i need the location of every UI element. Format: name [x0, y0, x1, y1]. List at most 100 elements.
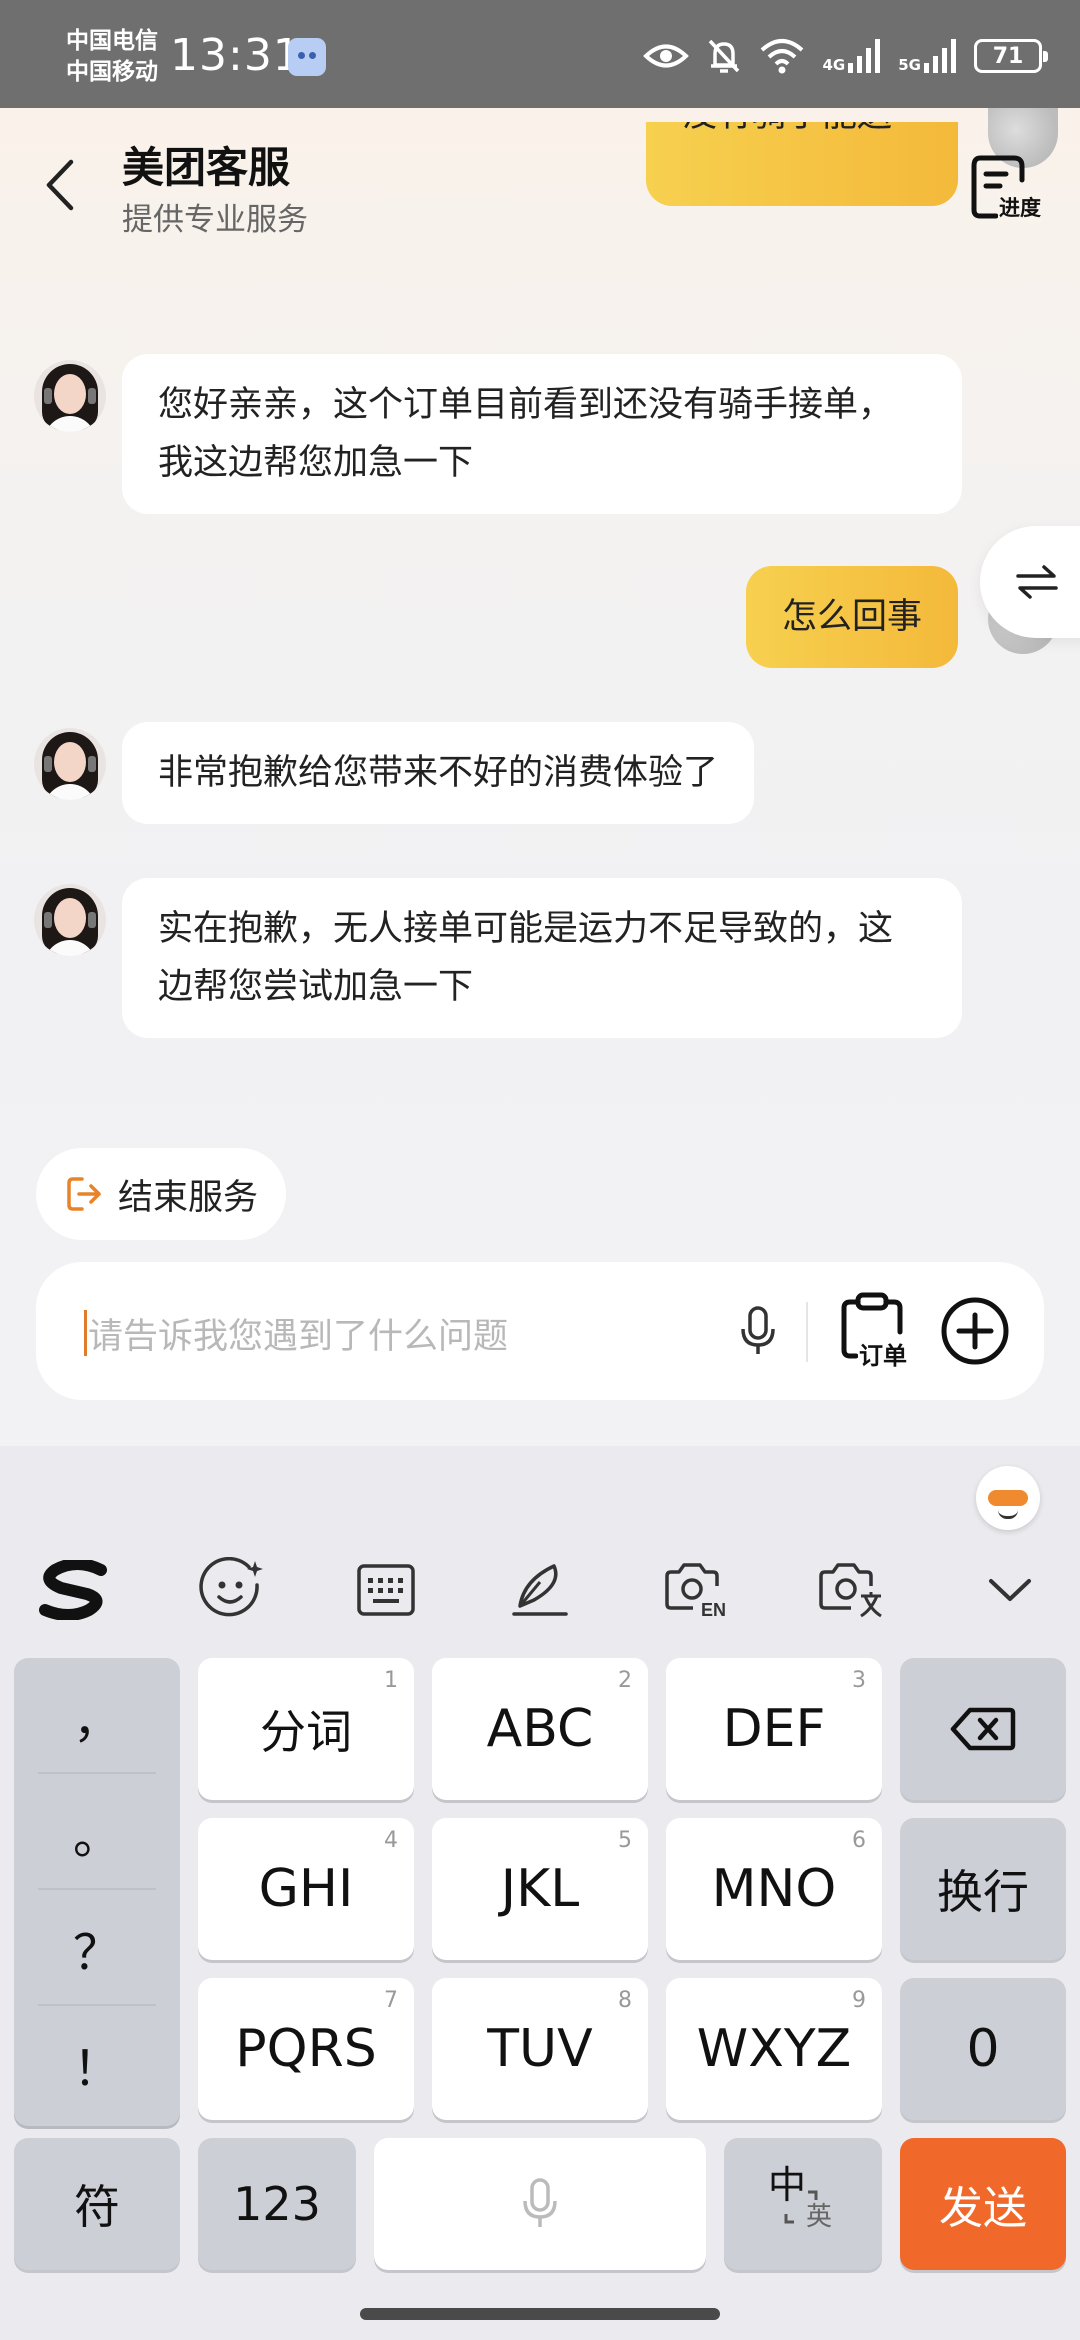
eye-icon — [642, 44, 689, 68]
message-text: 非常抱歉给您带来不好的消费体验了 — [158, 753, 719, 793]
status-icons: 4G 5G 71 — [642, 34, 1048, 78]
exit-icon — [67, 1177, 101, 1211]
punct-key-question[interactable]: ？ — [38, 1892, 156, 2004]
key-label: DEF — [722, 1699, 826, 1759]
end-service-label: 结束服务 — [118, 1177, 259, 1218]
end-service-button[interactable]: 结束服务 — [36, 1148, 287, 1240]
key-number: 3 — [852, 1668, 866, 1693]
battery-icon: 71 — [974, 39, 1048, 73]
text-cursor — [84, 1310, 87, 1356]
collapse-keyboard-icon[interactable] — [972, 1552, 1048, 1628]
punct-key-exclamation[interactable]: ！ — [38, 2008, 156, 2120]
camera-en-icon[interactable]: EN — [660, 1552, 736, 1628]
key-7[interactable]: PQRS 7 — [198, 1978, 414, 2120]
status-time: 13:31 — [170, 30, 302, 81]
order-label: 订单 — [858, 1336, 908, 1371]
backspace-key[interactable] — [900, 1658, 1066, 1800]
key-number: 4 — [384, 1828, 398, 1853]
progress-label: 进度 — [998, 192, 1042, 222]
punct-key-period[interactable]: 。 — [38, 1776, 156, 1888]
agent-avatar — [34, 360, 106, 432]
agent-avatar — [34, 884, 106, 956]
backspace-icon — [950, 1707, 1016, 1751]
message-bubble-user[interactable]: 怎么回事 — [745, 566, 958, 668]
key-5[interactable]: JKL 5 — [432, 1818, 648, 1960]
key-number: 5 — [618, 1828, 632, 1853]
key-number: 8 — [618, 1988, 632, 2013]
key-1[interactable]: 分词 1 — [198, 1658, 414, 1800]
app-notification-icon — [288, 38, 326, 76]
sogou-logo-icon[interactable] — [36, 1552, 112, 1628]
keyboard-toolbar: EN — [0, 1542, 1080, 1634]
punct-key-comma[interactable]: ， — [38, 1660, 156, 1772]
key-number: 9 — [852, 1988, 866, 2013]
chevron-left-icon — [46, 159, 74, 211]
mute-bell-icon — [708, 39, 739, 73]
key-number: 1 — [384, 1668, 398, 1693]
newline-key[interactable]: 换行 — [900, 1818, 1066, 1960]
message-bubble-agent[interactable]: 您好亲亲，这个订单目前看到还没有骑手接单，我这边帮您加急一下 — [122, 354, 962, 514]
key-label: 分词 — [260, 1705, 352, 1759]
emoji-icon[interactable] — [194, 1552, 270, 1628]
key-8[interactable]: TUV 8 — [432, 1978, 648, 2120]
chat-header: 美团客服 提供专业服务 进度 — [0, 108, 1080, 258]
space-key[interactable] — [374, 2138, 706, 2270]
key-2[interactable]: ABC 2 — [432, 1658, 648, 1800]
microphone-icon — [741, 1306, 775, 1354]
keyboard-mascot-icon[interactable] — [976, 1466, 1040, 1530]
carrier-names: 中国电信 中国移动 — [66, 26, 158, 88]
microphone-icon — [523, 2178, 557, 2227]
key-label: TUV — [487, 2019, 593, 2079]
divider — [38, 1772, 156, 1774]
key-number: 2 — [618, 1668, 632, 1693]
key-3[interactable]: DEF 3 — [666, 1658, 882, 1800]
voice-input-button[interactable] — [728, 1298, 788, 1364]
key-label: ABC — [486, 1699, 594, 1759]
key-label: GHI — [258, 1859, 354, 1919]
switch-button[interactable] — [980, 526, 1080, 638]
key-4[interactable]: GHI 4 — [198, 1818, 414, 1960]
camera-translate-icon[interactable] — [814, 1552, 890, 1628]
chat-subtitle: 提供专业服务 — [122, 202, 308, 238]
language-switch-key[interactable]: 中 英 — [724, 2138, 882, 2270]
agent-avatar — [34, 728, 106, 800]
message-bubble-agent[interactable]: 实在抱歉，无人接单可能是运力不足导致的，这边帮您尝试加急一下 — [122, 878, 962, 1038]
divider — [38, 2004, 156, 2006]
symbols-key[interactable]: 符 — [14, 2138, 180, 2270]
carrier-1: 中国电信 — [66, 28, 158, 54]
corner-brackets-icon — [784, 2190, 818, 2224]
message-text: 实在抱歉，无人接单可能是运力不足导致的，这边帮您尝试加急一下 — [158, 909, 894, 1007]
plus-circle-icon — [941, 1297, 1009, 1365]
keyboard-icon[interactable] — [348, 1552, 424, 1628]
add-button[interactable] — [940, 1296, 1010, 1366]
key-label: JKL — [500, 1859, 580, 1919]
chat-title: 美团客服 — [122, 143, 291, 192]
divider — [806, 1302, 808, 1362]
progress-button[interactable]: 进度 — [970, 154, 1052, 226]
message-text: 您好亲亲，这个订单目前看到还没有骑手接单，我这边帮您加急一下 — [158, 385, 894, 483]
status-bar: 中国电信 中国移动 13:31 4G 5G 71 — [0, 0, 1080, 108]
key-label: MNO — [711, 1859, 837, 1919]
home-indicator[interactable] — [360, 2308, 720, 2320]
key-6[interactable]: MNO 6 — [666, 1818, 882, 1960]
signal-4g-icon: 4G — [823, 39, 881, 73]
key-number: 6 — [852, 1828, 866, 1853]
battery-level: 71 — [992, 43, 1024, 69]
back-button[interactable] — [30, 150, 90, 220]
numbers-key[interactable]: 123 — [198, 2138, 356, 2270]
ime-keyboard: EN ， 。 ？ ！ 分词 1 ABC 2 DEF 3 GHI 4 JKL 5 … — [0, 1446, 1080, 2340]
key-number: 7 — [384, 1988, 398, 2013]
key-label: PQRS — [235, 2019, 377, 2079]
chat-area[interactable]: 没有骑手能送 美团客服 提供专业服务 进度 您好亲亲，这个订单目前看到还没有骑手… — [0, 108, 1080, 1446]
message-input-bar: 请告诉我您遇到了什么问题 订单 — [36, 1262, 1044, 1400]
send-key[interactable]: 发送 — [900, 2138, 1066, 2270]
handwriting-icon[interactable] — [502, 1552, 578, 1628]
order-button[interactable]: 订单 — [840, 1292, 920, 1372]
message-bubble-agent[interactable]: 非常抱歉给您带来不好的消费体验了 — [122, 722, 755, 824]
zero-key[interactable]: 0 — [900, 1978, 1066, 2120]
carrier-2: 中国移动 — [66, 59, 158, 85]
wifi-icon — [760, 39, 803, 74]
key-label: WXYZ — [696, 2019, 852, 2079]
message-input[interactable]: 请告诉我您遇到了什么问题 — [88, 1308, 508, 1359]
key-9[interactable]: WXYZ 9 — [666, 1978, 882, 2120]
